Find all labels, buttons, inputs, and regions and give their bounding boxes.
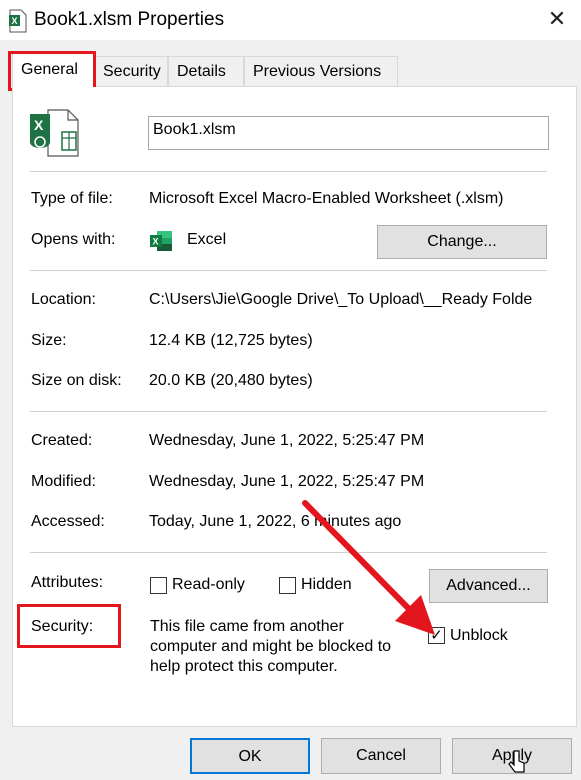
red-arrow-annotation	[302, 500, 435, 635]
tab-details[interactable]: Details	[168, 56, 244, 86]
opens-with-label: Opens with:	[31, 231, 116, 248]
tab-security-label: Security	[103, 63, 161, 80]
excel-file-small-icon: X	[8, 9, 30, 33]
readonly-checkbox[interactable]	[150, 577, 167, 594]
opens-with-value: Excel	[187, 231, 227, 248]
separator	[30, 552, 547, 553]
created-value: Wednesday, June 1, 2022, 5:25:47 PM	[149, 432, 425, 449]
separator	[30, 411, 547, 412]
mouse-cursor-icon	[508, 750, 525, 773]
tab-previous-versions[interactable]: Previous Versions	[244, 56, 398, 86]
separator	[30, 171, 547, 172]
readonly-label: Read-only	[172, 576, 245, 593]
hidden-checkbox[interactable]	[279, 577, 296, 594]
change-button[interactable]: Change...	[377, 225, 547, 259]
modified-label: Modified:	[31, 473, 96, 490]
security-label-highlight	[17, 604, 121, 648]
tab-security[interactable]: Security	[94, 56, 168, 86]
window-title: Book1.xlsm Properties	[34, 9, 225, 30]
security-message-line3: help protect this computer.	[150, 658, 338, 675]
tab-details-label: Details	[177, 63, 226, 80]
close-icon[interactable]: ✕	[540, 2, 574, 36]
ok-button[interactable]: OK	[190, 738, 310, 774]
excel-file-icon: X	[26, 108, 82, 158]
location-label: Location:	[31, 291, 96, 308]
svg-text:X: X	[12, 16, 18, 26]
size-on-disk-label: Size on disk:	[31, 372, 122, 389]
tab-previous-versions-label: Previous Versions	[253, 63, 382, 80]
separator	[30, 270, 547, 271]
modified-value: Wednesday, June 1, 2022, 5:25:47 PM	[149, 473, 425, 490]
size-value: 12.4 KB (12,725 bytes)	[149, 332, 313, 349]
size-on-disk-value: 20.0 KB (20,480 bytes)	[149, 372, 313, 389]
accessed-label: Accessed:	[31, 513, 105, 530]
attributes-label: Attributes:	[31, 574, 104, 591]
cancel-button[interactable]: Cancel	[321, 738, 441, 774]
size-label: Size:	[31, 332, 67, 349]
unblock-label: Unblock	[450, 627, 508, 644]
created-label: Created:	[31, 432, 93, 449]
filename-input[interactable]: Book1.xlsm	[148, 116, 549, 150]
svg-text:X: X	[34, 117, 44, 133]
svg-text:X: X	[153, 237, 159, 247]
advanced-button[interactable]: Advanced...	[429, 569, 548, 603]
type-label: Type of file:	[31, 190, 113, 207]
type-value: Microsoft Excel Macro-Enabled Worksheet …	[149, 190, 504, 207]
excel-app-icon: X	[149, 230, 173, 252]
general-tab-highlight	[8, 51, 96, 91]
location-value: C:\Users\Jie\Google Drive\_To Upload\__R…	[149, 291, 533, 308]
